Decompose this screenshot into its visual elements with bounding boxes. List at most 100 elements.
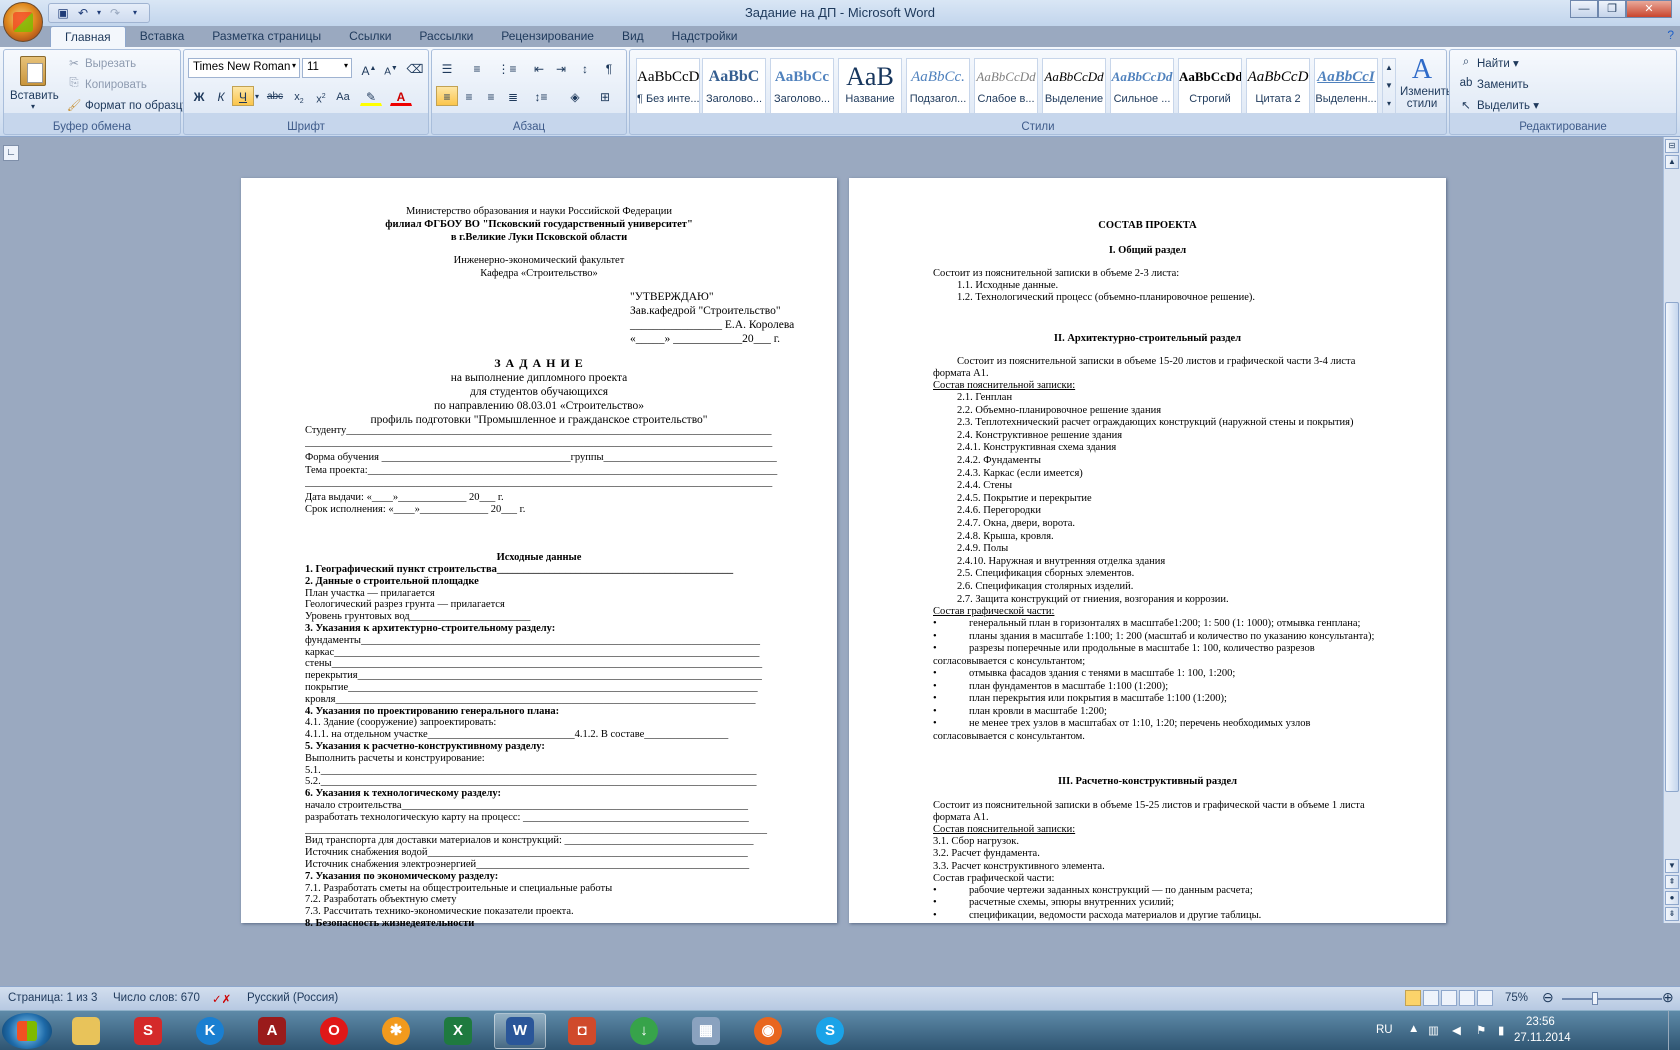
tab-insert[interactable]: Вставка (126, 26, 199, 48)
taskbar-app[interactable]: ↓ (618, 1013, 670, 1049)
scrollbar-thumb[interactable] (1665, 302, 1679, 792)
bold-icon[interactable]: Ж (188, 86, 210, 106)
page-indicator[interactable]: Страница: 1 из 3 (8, 992, 97, 1004)
numbering-icon[interactable]: ≡ (466, 58, 488, 78)
taskbar-firefox[interactable]: ◉ (742, 1013, 794, 1049)
tab-mailings[interactable]: Рассылки (405, 26, 487, 48)
font-size-combo[interactable]: 11 ▾ (302, 58, 352, 78)
paste-button[interactable]: Вставить ▾ (10, 54, 59, 116)
line-spacing-icon[interactable]: ↕≡ (530, 86, 552, 106)
taskbar-explorer[interactable] (60, 1013, 112, 1049)
word-count[interactable]: Число слов: 670 (113, 992, 200, 1004)
decrease-indent-icon[interactable]: ⇤ (528, 58, 550, 78)
style-quote2[interactable]: AaBbCcD Цитата 2 (1246, 58, 1310, 114)
align-right-icon[interactable]: ≡ (480, 86, 502, 106)
format-painter-button[interactable]: 🖌 Формат по образцу (66, 98, 188, 114)
clear-format-icon[interactable]: ⌫ (404, 58, 426, 78)
start-button[interactable] (2, 1013, 52, 1049)
tab-references[interactable]: Ссылки (335, 26, 405, 48)
page-2[interactable]: СОСТАВ ПРОЕКТА I. Общий раздел Состоит и… (849, 178, 1446, 923)
ruler-toggle-icon[interactable]: ⊟ (1665, 139, 1679, 153)
taskbar-opera[interactable]: O (308, 1013, 360, 1049)
style-normal[interactable]: AaBbCcD ¶ Без инте... (636, 58, 700, 114)
italic-icon[interactable]: К (210, 86, 232, 106)
subscript-icon[interactable]: x2 (288, 86, 310, 106)
previous-page-icon[interactable]: ⇞ (1665, 875, 1679, 889)
superscript-icon[interactable]: x2 (310, 86, 332, 106)
style-intense-quote[interactable]: AaBbCcI Выделенн... (1314, 58, 1378, 114)
taskbar-app[interactable]: ◘ (556, 1013, 608, 1049)
zoom-level[interactable]: 75% (1505, 992, 1528, 1004)
multilevel-list-icon[interactable]: ⋮≡ (496, 58, 518, 78)
minimize-button[interactable]: — (1570, 0, 1598, 18)
spellcheck-icon[interactable]: ✓✗ (212, 992, 231, 1006)
taskbar-calculator[interactable]: ▦ (680, 1013, 732, 1049)
strikethrough-icon[interactable]: abc (264, 86, 286, 106)
cut-button[interactable]: ✂ Вырезать (66, 56, 136, 72)
styles-scroll-icon[interactable]: ▲ ▼ ▾ (1382, 58, 1396, 114)
align-center-icon[interactable]: ≡ (458, 86, 480, 106)
zoom-slider[interactable] (1562, 998, 1662, 1000)
font-color-icon[interactable]: A (390, 86, 412, 106)
font-name-combo[interactable]: Times New Roman ▾ (188, 58, 300, 78)
clock-time[interactable]: 23:56 (1526, 1016, 1555, 1028)
copy-button[interactable]: ⎘ Копировать (66, 77, 147, 93)
help-icon[interactable]: ? (1667, 28, 1674, 42)
taskbar-excel[interactable]: X (432, 1013, 484, 1049)
draft-icon[interactable] (1477, 990, 1493, 1006)
tab-page-layout[interactable]: Разметка страницы (198, 26, 335, 48)
select-button[interactable]: ↖ Выделить ▾ (1458, 98, 1539, 114)
restore-button[interactable]: ❐ (1598, 0, 1626, 18)
vertical-scrollbar[interactable]: ⊟ ▲ ▼ ⇞ ● ⇟ (1663, 137, 1680, 923)
tab-selector-icon[interactable]: ∟ (3, 145, 19, 161)
page-1[interactable]: Министерство образования и науки Российс… (241, 178, 837, 929)
tab-home[interactable]: Главная (50, 26, 126, 48)
style-subtle-emphasis[interactable]: AaBbCcDd Слабое в... (974, 58, 1038, 114)
style-strong[interactable]: AaBbCcDd Строгий (1178, 58, 1242, 114)
pilcrow-icon[interactable]: ¶ (598, 58, 620, 78)
input-language[interactable]: RU (1376, 1024, 1393, 1036)
taskbar-app[interactable]: ✱ (370, 1013, 422, 1049)
show-hidden-icon[interactable]: ▲ (1408, 1023, 1419, 1035)
taskbar-app[interactable]: A (246, 1013, 298, 1049)
change-case-icon[interactable]: Aa (332, 86, 354, 106)
underline-icon[interactable]: Ч (232, 86, 254, 106)
print-layout-icon[interactable] (1405, 990, 1421, 1006)
web-layout-icon[interactable] (1441, 990, 1457, 1006)
style-heading2[interactable]: AaBbCc Заголово... (770, 58, 834, 114)
style-intense-emphasis[interactable]: AaBbCcDd Сильное ... (1110, 58, 1174, 114)
taskbar-app[interactable]: K (184, 1013, 236, 1049)
zoom-in-icon[interactable]: ⊕ (1662, 989, 1674, 1006)
taskbar-app[interactable]: S (122, 1013, 174, 1049)
tab-addins[interactable]: Надстройки (658, 26, 752, 48)
style-subtitle[interactable]: AaBbCc. Подзагол... (906, 58, 970, 114)
language-indicator[interactable]: Русский (Россия) (247, 992, 338, 1004)
borders-icon[interactable]: ⊞ (594, 86, 616, 106)
scroll-up-icon[interactable]: ▲ (1665, 155, 1679, 169)
scroll-down-icon[interactable]: ▼ (1665, 859, 1679, 873)
underline-dropdown-icon[interactable]: ▾ (252, 86, 262, 106)
sort-icon[interactable]: ↕ (574, 58, 596, 78)
shrink-font-icon[interactable]: A▼ (380, 58, 402, 78)
tab-review[interactable]: Рецензирование (487, 26, 608, 48)
taskbar-word[interactable]: W (494, 1013, 546, 1049)
zoom-out-icon[interactable]: ⊖ (1542, 989, 1554, 1006)
full-screen-reading-icon[interactable] (1423, 990, 1439, 1006)
increase-indent-icon[interactable]: ⇥ (550, 58, 572, 78)
next-page-icon[interactable]: ⇟ (1665, 907, 1679, 921)
align-left-icon[interactable]: ≡ (436, 86, 458, 106)
network-icon[interactable]: ▥ (1428, 1023, 1439, 1037)
style-emphasis[interactable]: AaBbCcDd Выделение (1042, 58, 1106, 114)
zoom-slider-thumb[interactable] (1592, 992, 1598, 1005)
volume-icon[interactable]: ◀ (1452, 1023, 1461, 1037)
clock-date[interactable]: 27.11.2014 (1514, 1032, 1571, 1044)
style-title[interactable]: AaB Название (838, 58, 902, 114)
bullets-icon[interactable]: ☰ (436, 58, 458, 78)
show-desktop-button[interactable] (1668, 1011, 1678, 1050)
shading-icon[interactable]: ◈ (564, 86, 586, 106)
grow-font-icon[interactable]: A▲ (358, 58, 380, 78)
tab-view[interactable]: Вид (608, 26, 658, 48)
style-heading1[interactable]: AaBbC Заголово... (702, 58, 766, 114)
browse-object-icon[interactable]: ● (1665, 891, 1679, 905)
taskbar-skype[interactable]: S (804, 1013, 856, 1049)
